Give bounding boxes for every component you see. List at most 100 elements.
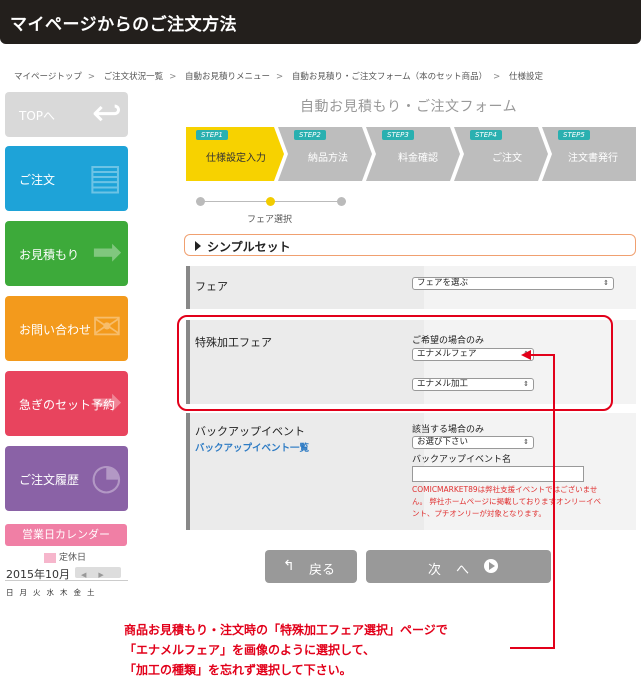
weekday: 火 bbox=[33, 588, 41, 597]
note-line: ント、プチオンリーが対象となります。 bbox=[412, 509, 546, 518]
backup-event-name-input[interactable] bbox=[412, 466, 584, 482]
select-arrows-icon: ⇕ bbox=[603, 279, 609, 287]
step-4: STEP4 ご注文 bbox=[454, 127, 548, 181]
sidebar-item-order[interactable]: ご注文 ▤ bbox=[5, 146, 128, 211]
sidebar-item-label: TOPへ bbox=[19, 109, 56, 123]
caption-line: 「エナメルフェア」を画像のように選択して、 bbox=[124, 643, 376, 657]
back-arrow-icon: ↰ bbox=[283, 558, 295, 574]
step-name: 仕様設定入力 bbox=[206, 153, 266, 164]
calendar-divider bbox=[5, 580, 128, 581]
step-name: 納品方法 bbox=[308, 153, 348, 164]
step-1: STEP1 仕様設定入力 bbox=[186, 127, 284, 181]
step-3: STEP3 料金確認 bbox=[366, 127, 460, 181]
caption-line: 商品お見積もり・注文時の「特殊加工フェア選択」ページで bbox=[124, 623, 448, 637]
instruction-caption: 商品お見積もり・注文時の「特殊加工フェア選択」ページで 「エナメルフェア」を画像… bbox=[124, 620, 448, 679]
progress-dot bbox=[337, 197, 346, 206]
progress-dot-current bbox=[266, 197, 275, 206]
form-title: 自動お見積もり・ご注文フォーム bbox=[300, 99, 518, 115]
weekday: 土 bbox=[87, 588, 95, 597]
business-calendar-button[interactable]: 営業日カレンダー bbox=[5, 524, 127, 546]
progress-dot bbox=[196, 197, 205, 206]
fair-select-value: フェアを選ぶ bbox=[417, 278, 469, 288]
fair-value-cell: フェアを選ぶ ⇕ bbox=[412, 266, 636, 309]
weekday: 日 bbox=[6, 588, 14, 597]
sub-progress bbox=[196, 196, 346, 206]
backup-hint: 該当する場合のみ bbox=[412, 425, 485, 435]
sidebar-item-label: ご注文履歴 bbox=[19, 473, 80, 487]
section-header: シンプルセット bbox=[184, 234, 636, 256]
return-arrow-icon: ↩ bbox=[91, 93, 122, 134]
fair-select[interactable]: フェアを選ぶ ⇕ bbox=[412, 277, 614, 290]
note-line: ん。 弊社ホームページに掲載しておりますオンリーイベ bbox=[412, 497, 602, 506]
backup-event-row: バックアップイベント バックアップイベント一覧 該当する場合のみ お選び下さい … bbox=[186, 413, 636, 530]
prev-month-icon[interactable]: ◀ bbox=[81, 571, 86, 579]
annotation-arrowhead bbox=[521, 350, 531, 360]
step-indicator: STEP1 仕様設定入力 STEP2 納品方法 STEP3 料金確認 STEP4… bbox=[186, 127, 636, 181]
breadcrumb-item[interactable]: ご注文状況一覧 bbox=[104, 72, 164, 82]
step-name: ご注文 bbox=[492, 153, 522, 164]
sidebar-item-label: お問い合わせ bbox=[19, 323, 92, 337]
sidebar-item-top[interactable]: TOPへ ↩ bbox=[5, 92, 128, 137]
sidebar-item-order-history[interactable]: ご注文履歴 ◔ bbox=[5, 446, 128, 511]
breadcrumb-separator: > bbox=[276, 72, 284, 82]
sidebar-item-label: お見積もり bbox=[19, 248, 80, 262]
envelope-icon: ✉ bbox=[91, 307, 122, 348]
next-month-icon[interactable]: ▶ bbox=[98, 571, 103, 579]
breadcrumb-separator: > bbox=[169, 72, 177, 82]
note-line: COMICMARKET89は弊社支援イベントではございませ bbox=[412, 485, 598, 494]
annotation-line bbox=[553, 354, 555, 649]
backup-note: COMICMARKET89は弊社支援イベントではございませ ん。 弊社ホームペー… bbox=[412, 484, 632, 520]
sidebar-item-estimate[interactable]: お見積もり ➡ bbox=[5, 221, 128, 286]
history-clock-icon: ◔ bbox=[90, 457, 122, 498]
weekday: 金 bbox=[73, 588, 82, 597]
highlight-frame bbox=[177, 315, 613, 411]
back-button[interactable]: ↰ 戻る bbox=[265, 550, 357, 583]
step-name: 注文書発行 bbox=[568, 153, 618, 164]
breadcrumb: マイページトップ > ご注文状況一覧 > 自動お見積りメニュー > 自動お見積り・ご注… bbox=[14, 70, 634, 82]
breadcrumb-item[interactable]: マイページトップ bbox=[14, 72, 82, 82]
step-tag: STEP1 bbox=[196, 130, 228, 140]
step-5: STEP5 注文書発行 bbox=[542, 127, 636, 181]
triangle-right-icon bbox=[195, 241, 201, 251]
calendar-legend: 定休日 bbox=[44, 550, 86, 563]
backup-event-label: バックアップイベント bbox=[195, 425, 305, 438]
annotation-line bbox=[530, 354, 555, 356]
weekday: 木 bbox=[60, 588, 68, 597]
sidebar-item-rush-reservation[interactable]: 急ぎのセット予約 ➡ bbox=[5, 371, 128, 436]
progress-label: フェア選択 bbox=[247, 215, 293, 225]
annotation-line bbox=[510, 647, 555, 649]
select-arrows-icon: ⇕ bbox=[523, 438, 529, 446]
fair-row: フェア フェアを選ぶ ⇕ bbox=[186, 266, 636, 309]
breadcrumb-item[interactable]: 自動お見積り・ご注文フォーム（本のセット商品） bbox=[292, 72, 487, 82]
row-marker bbox=[186, 266, 190, 309]
page-title: マイページからのご注文方法 bbox=[10, 15, 238, 35]
backup-event-name-label: バックアップイベント名 bbox=[412, 455, 512, 465]
step-tag: STEP2 bbox=[294, 130, 326, 140]
arrow-right-icon: ➡ bbox=[91, 232, 122, 273]
backup-event-select-value: お選び下さい bbox=[417, 437, 469, 447]
weekday: 月 bbox=[19, 588, 28, 597]
sidebar-item-contact[interactable]: お問い合わせ ✉ bbox=[5, 296, 128, 361]
document-icon: ▤ bbox=[87, 157, 122, 198]
arrow-right-icon: ➡ bbox=[91, 382, 122, 423]
back-button-label: 戻る bbox=[309, 563, 336, 578]
fair-label: フェア bbox=[195, 280, 228, 293]
legend-label: 定休日 bbox=[59, 553, 87, 563]
play-circle-icon bbox=[484, 559, 498, 573]
weekday: 水 bbox=[46, 588, 55, 597]
breadcrumb-separator: > bbox=[493, 72, 501, 82]
step-tag: STEP5 bbox=[558, 130, 590, 140]
next-button[interactable]: 次 へ bbox=[366, 550, 551, 583]
row-marker bbox=[186, 413, 190, 530]
breadcrumb-item[interactable]: 自動お見積りメニュー bbox=[185, 72, 270, 82]
backup-event-list-link[interactable]: バックアップイベント一覧 bbox=[195, 440, 309, 454]
backup-value-cell: 該当する場合のみ お選び下さい ⇕ バックアップイベント名 COMICMARKE… bbox=[412, 413, 636, 530]
section-title: シンプルセット bbox=[207, 240, 291, 254]
sidebar-item-label: ご注文 bbox=[19, 173, 56, 187]
caption-line: 「加工の種類」を忘れず選択して下さい。 bbox=[124, 663, 352, 677]
step-tag: STEP4 bbox=[470, 130, 502, 140]
calendar-weekdays: 日月火水木金土 bbox=[6, 587, 101, 598]
step-name: 料金確認 bbox=[398, 153, 438, 164]
calendar-nav[interactable]: ◀ ▶ bbox=[75, 567, 121, 579]
backup-event-select[interactable]: お選び下さい ⇕ bbox=[412, 436, 534, 449]
